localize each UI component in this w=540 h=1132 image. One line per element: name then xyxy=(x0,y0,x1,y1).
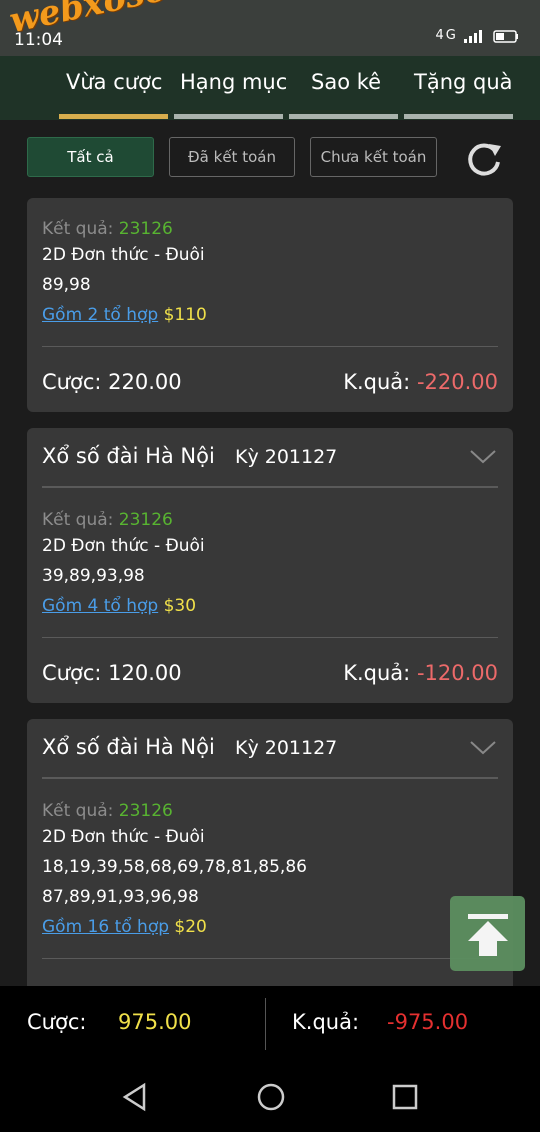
divider xyxy=(42,958,498,959)
lottery-name: Xổ số đài Hà Nội xyxy=(42,444,215,468)
divider xyxy=(42,346,498,347)
totals-footer: Cược: 975.00 K.quả: -975.00 xyxy=(0,986,540,1058)
card-header: Xổ số đài Hà Nội Kỳ 201127 xyxy=(42,428,498,488)
tab-vua-cuoc[interactable]: Vừa cược xyxy=(66,70,162,94)
bet-value: 220.00 xyxy=(108,370,182,394)
combo-row: Gồm 4 tổ hợp $30 xyxy=(42,596,196,616)
period-label: Kỳ 201127 xyxy=(235,446,338,468)
combo-amount: $20 xyxy=(174,917,207,937)
lottery-name: Xổ số đài Hà Nội xyxy=(42,735,215,759)
combo-amount: $110 xyxy=(163,305,207,325)
result-label: Kết quả: xyxy=(42,801,114,821)
bet-amount: Cược: 120.00 xyxy=(42,661,182,685)
combo-link[interactable]: Gồm 2 tổ hợp xyxy=(42,305,158,325)
top-tab-bar: Vừa cược Hạng mục Sao kê Tặng quà xyxy=(0,56,540,120)
result-row: Kết quả: 23126 xyxy=(42,801,173,821)
tab-underline xyxy=(174,114,283,119)
bet-value: 120.00 xyxy=(108,661,182,685)
tab-hang-muc[interactable]: Hạng mục xyxy=(180,70,287,94)
total-bet-value: 975.00 xyxy=(118,1010,192,1034)
result-row: Kết quả: 23126 xyxy=(42,219,173,239)
scroll-to-top-button[interactable] xyxy=(450,896,525,971)
result-amount: K.quả: -120.00 xyxy=(343,661,498,685)
bet-numbers: 89,98 xyxy=(42,275,91,295)
result-row: Kết quả: 23126 xyxy=(42,510,173,530)
bet-type: 2D Đơn thức - Đuôi xyxy=(42,536,205,556)
bet-type: 2D Đơn thức - Đuôi xyxy=(42,827,205,847)
combo-amount: $30 xyxy=(163,596,197,616)
chevron-down-icon[interactable] xyxy=(470,741,496,755)
bet-numbers: 18,19,39,58,68,69,78,81,85,86 xyxy=(42,857,307,877)
bet-label: Cược: xyxy=(42,370,102,394)
filter-bar: Tất cả Đã kết toán Chưa kết toán xyxy=(0,120,540,198)
combo-link[interactable]: Gồm 16 tổ hợp xyxy=(42,917,169,937)
arrow-up-icon xyxy=(468,914,508,956)
tab-underline xyxy=(404,114,513,119)
result-sum-value: -220.00 xyxy=(416,370,498,394)
network-signal-icon: 4G xyxy=(436,28,521,43)
result-value: 23126 xyxy=(118,510,173,530)
combo-row: Gồm 2 tổ hợp $110 xyxy=(42,305,207,325)
filter-all-button[interactable]: Tất cả xyxy=(27,137,154,177)
signal-icon xyxy=(464,29,518,43)
bet-numbers: 87,89,91,93,96,98 xyxy=(42,887,199,907)
filter-unsettled-button[interactable]: Chưa kết toán xyxy=(310,137,437,177)
card-header: Xổ số đài Hà Nội Kỳ 201127 xyxy=(42,719,498,779)
home-icon[interactable] xyxy=(255,1081,287,1113)
result-sum-label: K.quả: xyxy=(343,370,411,394)
result-value: 23126 xyxy=(118,219,173,239)
bet-numbers: 39,89,93,98 xyxy=(42,566,145,586)
back-icon[interactable] xyxy=(120,1082,150,1112)
result-label: Kết quả: xyxy=(42,219,114,239)
chevron-down-icon[interactable] xyxy=(470,450,496,464)
total-result-value: -975.00 xyxy=(387,1010,469,1034)
system-navigation-bar xyxy=(0,1058,540,1132)
tab-sao-ke[interactable]: Sao kê xyxy=(311,70,381,94)
total-bet-label: Cược: xyxy=(27,1010,87,1034)
tab-underline-active xyxy=(59,114,168,119)
filter-settled-button[interactable]: Đã kết toán xyxy=(169,137,295,177)
footer-divider xyxy=(265,998,266,1050)
refresh-icon[interactable] xyxy=(465,140,503,178)
divider xyxy=(42,637,498,638)
combo-row: Gồm 16 tổ hợp $20 xyxy=(42,917,207,937)
total-result-label: K.quả: xyxy=(292,1010,360,1034)
bet-card[interactable]: Xổ số đài Hà Nội Kỳ 201127 Kết quả: 2312… xyxy=(27,428,513,703)
tab-underline xyxy=(289,114,398,119)
network-type-label: 4G xyxy=(435,28,458,43)
bet-card[interactable]: Xổ số đài Hà Nội Kỳ 201127 Kết quả: 2312… xyxy=(27,719,513,989)
bet-label: Cược: xyxy=(42,661,102,685)
result-sum-value: -120.00 xyxy=(416,661,498,685)
recent-apps-icon[interactable] xyxy=(391,1083,419,1111)
bet-amount: Cược: 220.00 xyxy=(42,370,182,394)
result-label: Kết quả: xyxy=(42,510,114,530)
bet-card[interactable]: Kết quả: 23126 2D Đơn thức - Đuôi 89,98 … xyxy=(27,198,513,412)
result-amount: K.quả: -220.00 xyxy=(343,370,498,394)
result-value: 23126 xyxy=(118,801,173,821)
combo-link[interactable]: Gồm 4 tổ hợp xyxy=(42,596,158,616)
period-label: Kỳ 201127 xyxy=(235,737,338,759)
bet-type: 2D Đơn thức - Đuôi xyxy=(42,245,205,265)
result-sum-label: K.quả: xyxy=(343,661,411,685)
tab-tang-qua[interactable]: Tặng quà xyxy=(414,70,513,94)
